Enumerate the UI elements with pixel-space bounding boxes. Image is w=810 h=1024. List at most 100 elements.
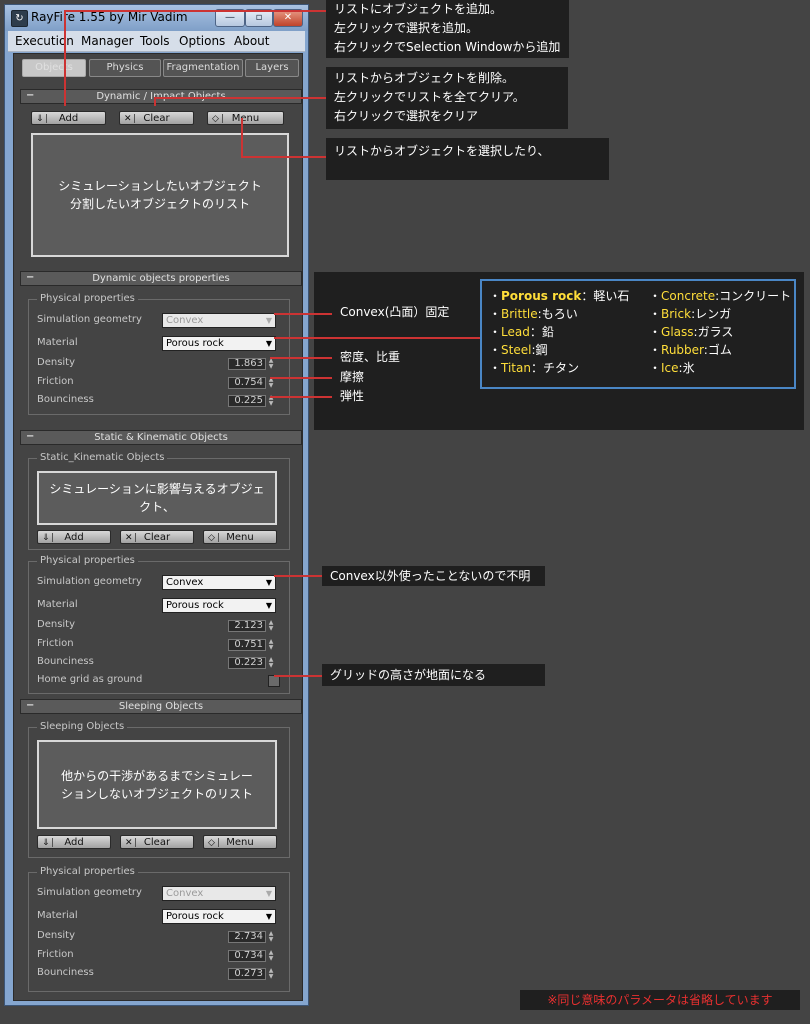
add-button-note: リストにオブジェクトを追加。 左クリックで選択を追加。 右クリックでSelect… [326, 0, 569, 58]
legend-value: チタン [543, 361, 580, 375]
spinner-arrows-icon[interactable]: ▲▼ [267, 657, 275, 669]
chevron-down-icon: ▼ [265, 578, 272, 587]
static-menu-button[interactable]: ◇ Menu [203, 530, 277, 544]
legend-item: ・Titan：チタン [489, 361, 580, 375]
sleeping-bounciness-spinner[interactable]: 0.273 [228, 968, 266, 980]
static-friction-spinner[interactable]: 0.751 [228, 639, 266, 651]
legend-key: Ice [661, 361, 679, 375]
menu-manager[interactable]: Manager [81, 34, 134, 48]
pointer-line [241, 156, 326, 158]
sleeping-object-list[interactable]: 他からの干渉があるまでシミュレー ションしないオブジェクトのリスト [37, 740, 277, 829]
dynamic-add-button[interactable]: ⇓ Add [31, 111, 106, 125]
legend-item: ・Brittle:もろい [489, 307, 578, 321]
sleeping-clear-button[interactable]: ✕ Clear [120, 835, 194, 849]
clear-x-icon: ✕ [125, 838, 133, 848]
static-density-spinner[interactable]: 2.123 [228, 620, 266, 632]
static-object-list[interactable]: シミュレーションに影響与えるオブジェ クト、 [37, 471, 277, 525]
tab-physics[interactable]: Physics [89, 59, 161, 77]
dynamic-bounciness-spinner[interactable]: 0.225 [228, 395, 266, 407]
dynamic-density-spinner[interactable]: 1.863 [228, 358, 266, 370]
legend-item: ・Rubber:ゴム [649, 343, 732, 357]
menu-button-note: リストからオブジェクトを選択したり、 [326, 138, 609, 180]
material-label: Material [37, 599, 78, 610]
static-sim-geometry-dropdown[interactable]: Convex ▼ [162, 575, 276, 590]
legend-item: ・Porous rock：軽い石 [489, 289, 630, 303]
group-label: Physical properties [37, 555, 138, 566]
menu-label: Menu [226, 837, 254, 848]
legend-key: Porous rock [501, 289, 582, 303]
menu-options[interactable]: Options [179, 34, 225, 48]
static-clear-button[interactable]: ✕ Clear [120, 530, 194, 544]
pointer-line [154, 97, 326, 99]
clear-button-note: リストからオブジェクトを削除。 左クリックでリストを全てクリア。 右クリックで選… [326, 67, 568, 129]
menu-tools[interactable]: Tools [140, 34, 170, 48]
static-material-dropdown[interactable]: Porous rock ▼ [162, 598, 276, 613]
menu-diamond-icon: ◇ [208, 533, 215, 543]
dropdown-value: Convex [166, 888, 204, 899]
add-arrow-icon: ⇓ [42, 838, 50, 848]
static-add-button[interactable]: ⇓ Add [37, 530, 111, 544]
tab-layers[interactable]: Layers [245, 59, 299, 77]
dynamic-clear-button[interactable]: ✕ Clear [119, 111, 194, 125]
title-bar[interactable]: ↻ RayFire 1.55 by Mir Vadim — ▫ ✕ [5, 5, 308, 31]
dropdown-value: Porous rock [166, 911, 224, 922]
spinner-arrows-icon[interactable]: ▲▼ [267, 620, 275, 632]
legend-key: Glass [661, 325, 694, 339]
spinner-arrows-icon[interactable]: ▲▼ [267, 968, 275, 980]
density-label: Density [37, 357, 76, 368]
spinner-arrows-icon[interactable]: ▲▼ [267, 950, 275, 962]
dynamic-menu-button[interactable]: ◇ Menu [207, 111, 284, 125]
clear-label: Clear [143, 532, 171, 543]
collapse-icon: − [26, 90, 35, 101]
friction-label: Friction [37, 376, 74, 387]
legend-value: 鋼 [535, 343, 548, 357]
sleeping-rollout-title: Sleeping Objects [118, 701, 204, 712]
material-label: Material [37, 337, 78, 348]
sim-geometry-label: Simulation geometry [37, 314, 142, 325]
tab-objects[interactable]: Objects [22, 59, 86, 77]
legend-value: レンガ [695, 307, 732, 321]
legend-value: もろい [541, 307, 578, 321]
friction-note: 摩擦 [340, 370, 365, 384]
pointer-line [64, 10, 66, 106]
collapse-icon: − [26, 272, 35, 283]
group-label: Physical properties [37, 293, 138, 304]
sleeping-menu-button[interactable]: ◇ Menu [203, 835, 277, 849]
sleeping-material-dropdown[interactable]: Porous rock ▼ [162, 909, 276, 924]
pointer-line [64, 10, 326, 12]
clear-label: Clear [143, 837, 171, 848]
menu-about[interactable]: About [234, 34, 269, 48]
legend-value: ガラス [697, 325, 734, 339]
static-rollout-header[interactable]: − Static & Kinematic Objects [20, 430, 302, 445]
bounciness-label: Bounciness [37, 394, 94, 405]
dynamic-friction-spinner[interactable]: 0.754 [228, 377, 266, 389]
convex-only-note: Convex以外使ったことないので不明 [322, 566, 545, 586]
sleeping-add-button[interactable]: ⇓ Add [37, 835, 111, 849]
dropdown-value: Convex [166, 315, 204, 326]
legend-item: ・Concrete:コンクリート [649, 289, 792, 303]
sleeping-friction-spinner[interactable]: 0.734 [228, 950, 266, 962]
spinner-arrows-icon[interactable]: ▲▼ [267, 639, 275, 651]
omitted-params-warning: ※同じ意味のパラメータは省略しています [520, 990, 800, 1010]
chevron-down-icon: ▼ [265, 601, 272, 610]
dynamic-props-rollout-header[interactable]: − Dynamic objects properties [20, 271, 302, 286]
menu-bar: Execution Manager Tools Options About [8, 31, 305, 52]
group-label: Sleeping Objects [37, 721, 128, 732]
legend-key: Concrete [661, 289, 716, 303]
dynamic-material-dropdown[interactable]: Porous rock ▼ [162, 336, 276, 351]
dynamic-object-list[interactable]: シミュレーションしたいオブジェクト 分割したいオブジェクトのリスト [31, 133, 289, 257]
spinner-arrows-icon[interactable]: ▲▼ [267, 931, 275, 943]
sleeping-rollout-header[interactable]: − Sleeping Objects [20, 699, 302, 714]
add-arrow-icon: ⇓ [36, 114, 44, 124]
spinner-arrows-icon[interactable]: ▲▼ [267, 358, 275, 370]
material-label: Material [37, 910, 78, 921]
static-list-note: シミュレーションに影響与えるオブジェ クト、 [49, 482, 265, 514]
chevron-down-icon: ▼ [265, 889, 272, 898]
sleeping-density-spinner[interactable]: 2.734 [228, 931, 266, 943]
rayfire-window: ↻ RayFire 1.55 by Mir Vadim — ▫ ✕ Execut… [4, 4, 309, 1006]
chevron-down-icon: ▼ [265, 912, 272, 921]
rayfire-app-icon: ↻ [11, 10, 28, 27]
static-bounciness-spinner[interactable]: 0.223 [228, 657, 266, 669]
pointer-line [270, 357, 332, 359]
tab-fragmentation[interactable]: Fragmentation [163, 59, 243, 77]
